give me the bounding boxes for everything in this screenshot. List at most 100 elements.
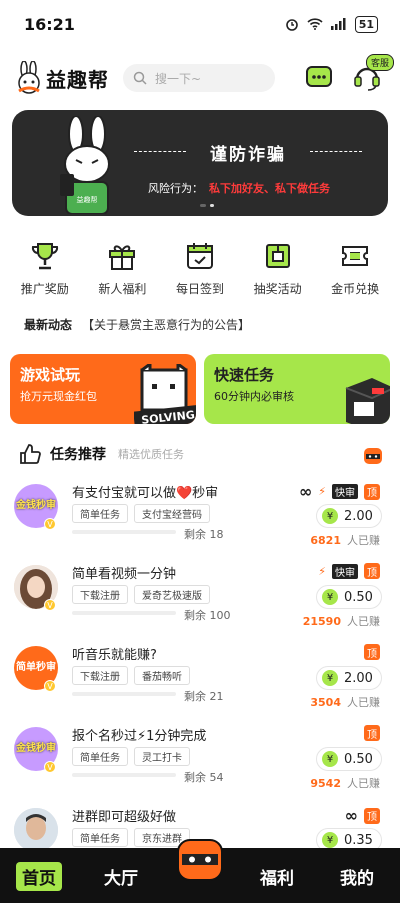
lightning-icon: ⚡ — [318, 564, 326, 578]
yen-coin-icon: ¥ — [322, 508, 338, 524]
message-icon[interactable] — [304, 62, 334, 92]
banner-title: 谨防诈骗 — [134, 140, 362, 165]
task-earned: 21590 人已赚 — [303, 613, 380, 629]
nav-welfare[interactable]: 福利 — [260, 864, 294, 889]
news-ticker[interactable]: 最新动态 【关于悬赏主恶意行为的公告】 — [24, 316, 250, 333]
ticket-icon — [342, 246, 369, 266]
yen-coin-icon: ¥ — [322, 670, 338, 686]
mascot-shirt-text: 益趣帮 — [77, 195, 98, 204]
task-tags: 简单任务 灵工打卡 — [72, 747, 190, 766]
battery-indicator: 51 — [354, 15, 378, 33]
action-newcomer-benefits[interactable]: 新人福利 — [86, 240, 158, 297]
search-icon — [133, 71, 147, 85]
task-earned: 9542 人已赚 — [310, 775, 380, 791]
promo-game-trial[interactable]: 游戏试玩 抢万元现金红包 SOLVING — [10, 354, 196, 424]
task-price: ¥ 2.00 — [316, 666, 382, 690]
task-price: ¥ 0.50 — [316, 747, 382, 771]
portrait-avatar-icon — [14, 808, 58, 852]
lightning-icon: ⚡ — [318, 485, 326, 498]
price-value: 0.50 — [344, 751, 373, 767]
action-label: 每日签到 — [175, 282, 224, 296]
task-title: 报个名秒过⚡1分钟完成 — [72, 729, 207, 744]
verified-badge: V — [44, 761, 56, 773]
price-value: 0.50 — [344, 589, 373, 605]
banner-risk-text: 私下加好友、私下做任务 — [209, 182, 330, 195]
header: 益趣帮 搜一下~ 客服 — [0, 52, 400, 104]
task-item[interactable]: 金钱秒审 V 报个名秒过⚡1分钟完成 简单任务 灵工打卡 剩余 54 顶 ¥ 0… — [0, 717, 400, 798]
price-value: 0.35 — [344, 832, 373, 848]
price-value: 2.00 — [344, 670, 373, 686]
action-coin-exchange[interactable]: 金币兑换 — [319, 240, 391, 297]
rabbit-logo-icon — [18, 61, 40, 94]
thumbs-up-icon — [20, 444, 41, 464]
task-progress — [72, 530, 176, 534]
earned-label: 人已赚 — [347, 777, 380, 790]
task-avatar — [14, 808, 58, 852]
bottom-nav: 首页 大厅 福利 我的 — [0, 839, 400, 903]
pixel-cat-icon: SOLVING — [134, 364, 196, 424]
bunny-mascot-icon: 益趣帮 — [60, 116, 110, 214]
earned-label: 人已赚 — [347, 615, 380, 628]
cube-robot-icon — [345, 378, 390, 424]
task-item[interactable]: 简单秒审 V 听音乐就能赚? 下载注册 番茄畅听 剩余 21 顶 ¥ 2.00 … — [0, 636, 400, 717]
action-lottery[interactable]: 抽奖活动 — [242, 240, 314, 297]
prize-box-icon — [265, 244, 290, 268]
promo-title: 快速任务 — [214, 366, 275, 384]
remain-label: 剩余 — [184, 609, 206, 622]
top-badge: 顶 — [364, 563, 380, 579]
task-tags: 简单任务 支付宝经营码 — [72, 504, 210, 523]
task-remain: 剩余 21 — [184, 688, 224, 704]
avatar-text: 简单秒审 — [16, 662, 56, 673]
action-promotion-reward[interactable]: 推广奖励 — [9, 240, 81, 297]
task-item[interactable]: 金钱秒审 V 有支付宝就可以做❤️秒审 简单任务 支付宝经营码 剩余 18 ∞ … — [0, 474, 400, 555]
fast-review-badge: 快审 — [332, 563, 358, 579]
promo-sub: 60分钟内必审核 — [214, 390, 294, 403]
calendar-icon — [186, 243, 213, 269]
yen-coin-icon: ¥ — [322, 589, 338, 605]
task-tag: 爱奇艺极速版 — [134, 585, 210, 604]
section-title: 任务推荐 — [50, 447, 106, 463]
nav-hall[interactable]: 大厅 — [104, 864, 138, 889]
remain-label: 剩余 — [184, 528, 206, 541]
nav-home[interactable]: 首页 — [16, 862, 62, 891]
status-icons: 51 — [285, 15, 378, 33]
yen-coin-icon: ¥ — [322, 832, 338, 848]
verified-badge: V — [44, 518, 56, 530]
promo-title: 游戏试玩 — [20, 366, 81, 384]
customer-service-button[interactable]: 客服 — [352, 54, 394, 92]
top-badge: 顶 — [364, 807, 380, 824]
remain-label: 剩余 — [184, 771, 206, 784]
infinity-icon: ∞ — [344, 806, 358, 825]
task-tag: 简单任务 — [72, 747, 128, 766]
remain-count: 18 — [209, 528, 224, 541]
earned-count: 9542 — [310, 777, 341, 790]
verified-badge: V — [44, 599, 56, 611]
remain-count: 54 — [209, 771, 224, 784]
ninja-mascot-nav-icon[interactable] — [174, 832, 226, 884]
task-item[interactable]: V 简单看视频一分钟 下载注册 爱奇艺极速版 剩余 100 ⚡ 快审 顶 ¥ 0.… — [0, 555, 400, 636]
task-remain: 剩余 100 — [184, 607, 231, 623]
nav-mine[interactable]: 我的 — [340, 864, 374, 889]
search-bar[interactable]: 搜一下~ — [123, 64, 275, 92]
avatar-text: 金钱秒审 — [16, 743, 56, 754]
earned-label: 人已赚 — [347, 696, 380, 709]
task-tag: 下载注册 — [72, 585, 128, 604]
price-value: 2.00 — [344, 508, 373, 524]
task-tag: 灵工打卡 — [134, 747, 190, 766]
action-daily-checkin[interactable]: 每日签到 — [164, 240, 236, 297]
news-text: 【关于悬赏主恶意行为的公告】 — [82, 318, 251, 332]
task-title: 进群即可超级好做 — [72, 810, 177, 825]
fast-review-badge: 快审 — [332, 484, 358, 499]
section-subtitle: 精选优质任务 — [118, 448, 184, 461]
search-placeholder: 搜一下~ — [155, 71, 202, 86]
top-badge: 顶 — [364, 725, 380, 741]
action-label: 新人福利 — [98, 282, 147, 296]
app-logo: 益趣帮 — [16, 61, 109, 95]
task-tag: 支付宝经营码 — [134, 504, 210, 523]
promo-fast-task[interactable]: 快速任务 60分钟内必审核 — [204, 354, 390, 424]
task-price: ¥ 0.50 — [316, 585, 382, 609]
status-bar: 16:21 51 — [0, 0, 400, 48]
quick-actions: 推广奖励 新人福利 每日签到 抽奖活动 金币兑换 — [0, 240, 400, 297]
anti-fraud-banner[interactable]: 益趣帮 谨防诈骗 风险行为： 私下加好友、私下做任务 — [12, 110, 388, 216]
earned-count: 6821 — [310, 534, 341, 547]
